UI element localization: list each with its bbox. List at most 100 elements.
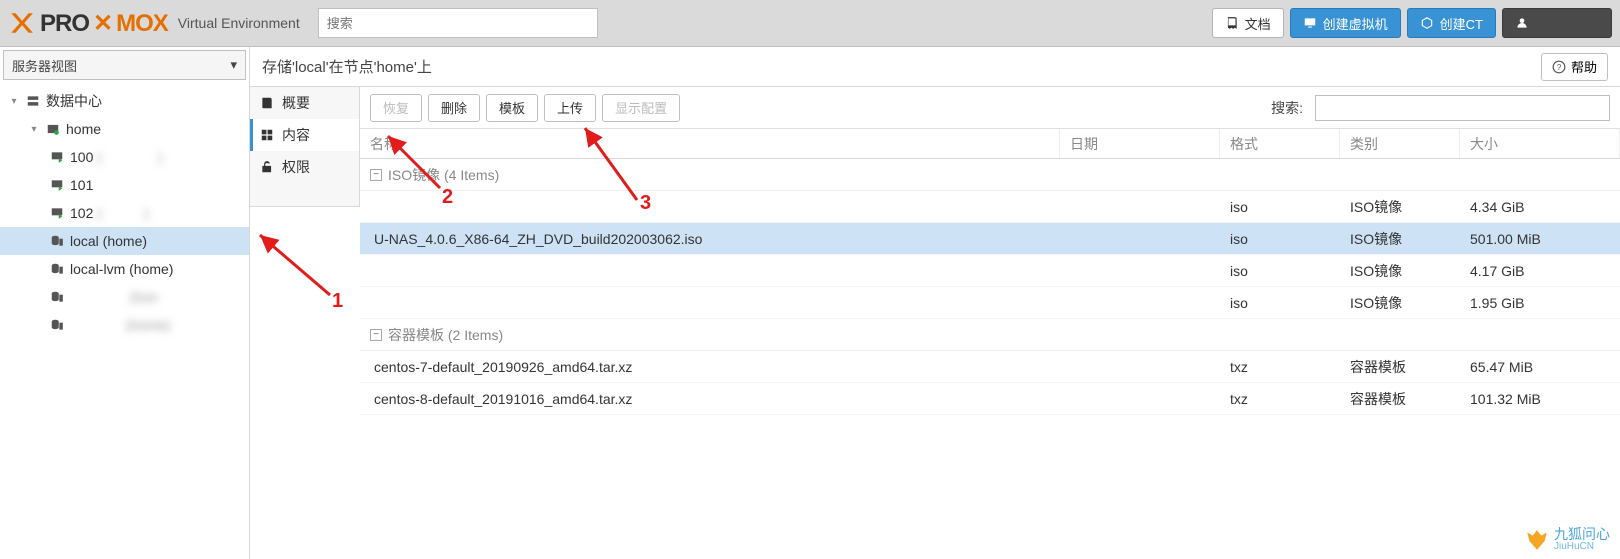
cell-size: 101.32 MiB — [1460, 391, 1620, 407]
cell-format: txz — [1220, 391, 1340, 407]
search-label: 搜索: — [1271, 98, 1303, 118]
view-select[interactable]: 服务器视图 ▾ — [3, 50, 246, 80]
tree-storage[interactable]: (home) — [0, 311, 249, 339]
tree-storage[interactable]: (hon — [0, 283, 249, 311]
chevron-down-icon: ▾ — [230, 57, 237, 73]
cell-type: 容器模板 — [1340, 357, 1460, 377]
expander-icon: ▾ — [8, 96, 20, 107]
cell-format: iso — [1220, 199, 1340, 215]
group-header[interactable]: −容器模板 (2 Items) — [360, 319, 1620, 351]
table-row[interactable]: isoISO镜像4.17 GiB — [360, 255, 1620, 287]
tree-node-home[interactable]: ▾ home — [0, 115, 249, 143]
col-size[interactable]: 大小 — [1460, 129, 1620, 158]
help-icon: ? — [1552, 60, 1566, 74]
tree-storage-local[interactable]: local (home) — [0, 227, 249, 255]
grid-icon — [260, 128, 274, 142]
col-date[interactable]: 日期 — [1060, 129, 1220, 158]
docs-label: 文档 — [1245, 14, 1271, 33]
proxmox-x-icon — [8, 10, 34, 36]
tree-label: 100 ( ) — [70, 147, 163, 167]
fox-icon — [1524, 527, 1550, 553]
cell-name — [360, 261, 1060, 281]
cell-name — [360, 197, 1060, 217]
cell-size: 4.34 GiB — [1460, 199, 1620, 215]
panel-title: 存储'local'在节点'home'上 — [262, 56, 432, 77]
cell-format: iso — [1220, 231, 1340, 247]
server-icon — [24, 92, 42, 110]
group-label: ISO镜像 (4 Items) — [388, 165, 499, 185]
tree-label: (home) — [70, 315, 170, 335]
collapse-icon: − — [370, 169, 382, 181]
col-format[interactable]: 格式 — [1220, 129, 1340, 158]
tree-vm[interactable]: 101 — [0, 171, 249, 199]
cell-type: ISO镜像 — [1340, 197, 1460, 217]
tree-datacenter[interactable]: ▾ 数据中心 — [0, 87, 249, 115]
global-search-input[interactable] — [318, 8, 598, 38]
tree-vm[interactable]: 100 ( ) — [0, 143, 249, 171]
subnav-summary[interactable]: 概要 — [250, 87, 359, 119]
cell-size: 501.00 MiB — [1460, 231, 1620, 247]
user-menu-button[interactable] — [1502, 8, 1612, 38]
vm-icon — [48, 204, 66, 222]
view-select-label: 服务器视图 — [12, 56, 77, 75]
group-label: 容器模板 (2 Items) — [388, 325, 503, 345]
create-ct-button[interactable]: 创建CT — [1407, 8, 1496, 38]
sub-nav: 概要 内容 权限 — [250, 87, 360, 207]
monitor-icon — [1303, 16, 1317, 30]
col-type[interactable]: 类别 — [1340, 129, 1460, 158]
tree-label: 102 ( ) — [70, 203, 149, 223]
logo: PRO✕MOX — [8, 9, 168, 38]
ve-label: Virtual Environment — [178, 15, 300, 31]
top-bar: PRO✕MOX Virtual Environment 文档 创建虚拟机 创建C… — [0, 0, 1620, 47]
cell-size: 1.95 GiB — [1460, 295, 1620, 311]
grid-body: −ISO镜像 (4 Items) isoISO镜像4.34 GiBU-NAS_4… — [360, 159, 1620, 415]
panel-title-bar: 存储'local'在节点'home'上 ? 帮助 — [250, 47, 1620, 87]
docs-button[interactable]: 文档 — [1212, 8, 1284, 38]
showconfig-button[interactable]: 显示配置 — [602, 94, 680, 122]
vm-icon — [48, 148, 66, 166]
cell-type: ISO镜像 — [1340, 229, 1460, 249]
table-row[interactable]: centos-7-default_20190926_amd64.tar.xztx… — [360, 351, 1620, 383]
tree-label: local (home) — [70, 233, 147, 249]
watermark-cn: 九狐问心 — [1554, 527, 1610, 542]
table-row[interactable]: isoISO镜像1.95 GiB — [360, 287, 1620, 319]
upload-button[interactable]: 上传 — [544, 94, 596, 122]
unlock-icon — [260, 160, 274, 174]
grid-header: 名称 日期 格式 类别 大小 — [360, 129, 1620, 159]
content-search-input[interactable] — [1315, 95, 1610, 121]
cell-size: 65.47 MiB — [1460, 359, 1620, 375]
group-header[interactable]: −ISO镜像 (4 Items) — [360, 159, 1620, 191]
storage-icon — [48, 288, 66, 306]
table-row[interactable]: U-NAS_4.0.6_X86-64_ZH_DVD_build202003062… — [360, 223, 1620, 255]
sidebar: 服务器视图 ▾ ▾ 数据中心 ▾ home 100 ( ) 101 102 ( … — [0, 47, 250, 559]
table-row[interactable]: isoISO镜像4.34 GiB — [360, 191, 1620, 223]
cube-icon — [1420, 16, 1434, 30]
template-button[interactable]: 模板 — [486, 94, 538, 122]
help-button[interactable]: ? 帮助 — [1541, 53, 1608, 81]
cell-size: 4.17 GiB — [1460, 263, 1620, 279]
main: 服务器视图 ▾ ▾ 数据中心 ▾ home 100 ( ) 101 102 ( … — [0, 47, 1620, 559]
create-vm-button[interactable]: 创建虚拟机 — [1290, 8, 1401, 38]
watermark-en: JiuHuCN — [1554, 542, 1610, 553]
create-vm-label: 创建虚拟机 — [1323, 14, 1388, 33]
cell-name: centos-7-default_20190926_amd64.tar.xz — [360, 359, 1060, 375]
table-row[interactable]: centos-8-default_20191016_amd64.tar.xztx… — [360, 383, 1620, 415]
create-ct-label: 创建CT — [1440, 14, 1483, 33]
book-icon — [1225, 16, 1239, 30]
cell-type: ISO镜像 — [1340, 293, 1460, 313]
user-label — [1535, 14, 1587, 33]
subnav-permissions[interactable]: 权限 — [250, 151, 359, 183]
delete-button[interactable]: 删除 — [428, 94, 480, 122]
col-name[interactable]: 名称 — [360, 129, 1060, 158]
user-icon — [1515, 16, 1529, 30]
tree-label: local-lvm (home) — [70, 261, 173, 277]
tree-storage-local-lvm[interactable]: local-lvm (home) — [0, 255, 249, 283]
subnav-label: 权限 — [282, 157, 310, 177]
storage-icon — [48, 316, 66, 334]
toolbar: 恢复 删除 模板 上传 显示配置 搜索: — [360, 87, 1620, 129]
restore-button[interactable]: 恢复 — [370, 94, 422, 122]
subnav-content[interactable]: 内容 — [250, 119, 359, 151]
tree-vm[interactable]: 102 ( ) — [0, 199, 249, 227]
collapse-icon: − — [370, 329, 382, 341]
panel-body: 概要 内容 权限 恢复 删除 模板 上传 显示配置 — [250, 87, 1620, 559]
